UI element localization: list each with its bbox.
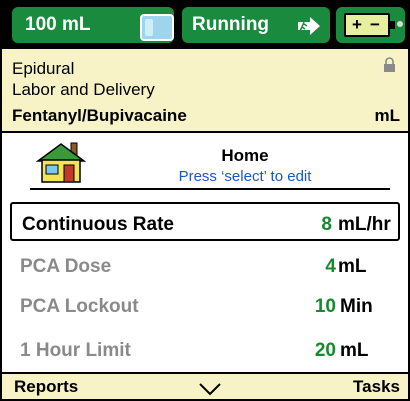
- lock-icon: [384, 57, 395, 72]
- setting-unit: mL/hr: [338, 214, 391, 235]
- setting-unit: mL: [340, 340, 369, 361]
- divider: [30, 188, 390, 190]
- setting-unit: Min: [340, 296, 373, 317]
- setting-label: Continuous Rate: [22, 214, 174, 235]
- setting-value: 4: [325, 256, 336, 277]
- softkey-bar: Reports Tasks: [2, 372, 408, 399]
- setting-row-1-hour-limit[interactable]: 1 Hour Limit 20 mL: [10, 330, 400, 369]
- tasks-softkey[interactable]: Tasks: [353, 377, 400, 397]
- iv-bag-icon: [140, 14, 174, 41]
- running-man-arrow-icon: [298, 17, 320, 35]
- pump-screen: 100 mL Running + − Epidural Labor and De…: [0, 0, 410, 401]
- battery-indicator: + −: [336, 7, 405, 43]
- drug-name: Fentanyl/Bupivacaine: [12, 106, 187, 125]
- setting-row-continuous-rate[interactable]: Continuous Rate 8 mL/hr: [10, 202, 400, 241]
- protocol-info-panel: Epidural Labor and Delivery Fentanyl/Bup…: [2, 49, 408, 133]
- setting-value: 8: [321, 214, 332, 235]
- battery-minus-sign: −: [370, 15, 380, 34]
- therapy-type: Epidural: [12, 59, 75, 78]
- setting-row-pca-lockout[interactable]: PCA Lockout 10 Min: [10, 286, 400, 325]
- plug-icon: [397, 21, 403, 27]
- battery-plus-sign: +: [352, 15, 362, 34]
- edit-hint: Press ‘select’ to edit: [178, 168, 312, 185]
- setting-unit: mL: [338, 256, 367, 277]
- run-state-label: Running: [192, 14, 270, 35]
- home-header: Home Press ‘select’ to edit: [2, 133, 408, 199]
- volume-value: 100 mL: [25, 14, 91, 35]
- setting-label: PCA Dose: [20, 256, 112, 277]
- setting-value: 20: [314, 340, 336, 361]
- setting-row-pca-dose[interactable]: PCA Dose 4 mL: [10, 246, 400, 285]
- care-area: Labor and Delivery: [12, 80, 155, 99]
- status-bar: 100 mL Running + −: [2, 2, 408, 49]
- screen-title: Home: [221, 146, 269, 165]
- setting-label: 1 Hour Limit: [20, 340, 131, 361]
- drug-unit: mL: [374, 106, 401, 125]
- setting-label: PCA Lockout: [20, 296, 139, 317]
- setting-value: 10: [314, 296, 336, 317]
- down-arrow-icon[interactable]: [198, 382, 222, 396]
- run-status: Running: [182, 7, 330, 43]
- battery-icon: + −: [344, 13, 395, 37]
- volume-indicator: 100 mL: [12, 7, 174, 43]
- reports-softkey[interactable]: Reports: [14, 377, 78, 397]
